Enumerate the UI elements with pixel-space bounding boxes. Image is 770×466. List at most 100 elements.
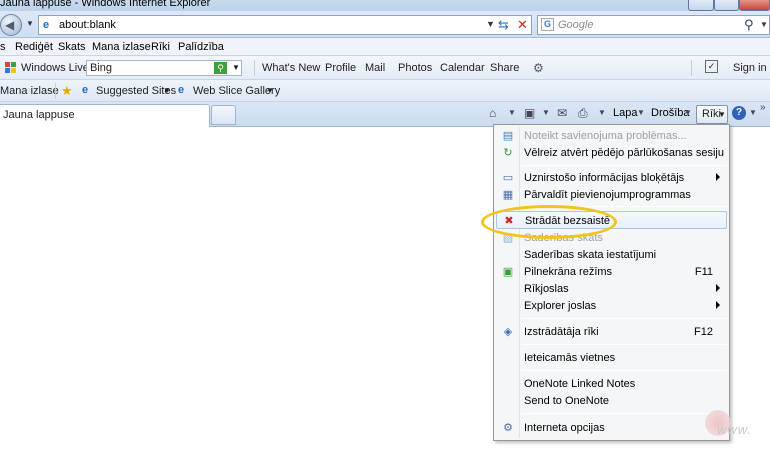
- title-bar: Jauna lappuse - Windows Internet Explore…: [0, 0, 770, 11]
- menu-item-send-to-onenote[interactable]: Send to OneNote: [496, 392, 727, 410]
- address-field[interactable]: e about:blank ▼ ⇆ ✕: [38, 15, 532, 35]
- menu-edit[interactable]: Rediģēt: [15, 41, 53, 53]
- new-tab-button[interactable]: [211, 105, 236, 125]
- shortcut-f11: F11: [694, 266, 713, 278]
- tools-dropdown-icon: ▼: [718, 110, 726, 119]
- menu-help[interactable]: Palīdzība: [178, 41, 224, 53]
- sign-in-link[interactable]: Sign in: [733, 62, 767, 74]
- home-icon[interactable]: ⌂: [489, 106, 496, 120]
- menu-separator: [522, 318, 727, 319]
- submenu-arrow-icon: [716, 301, 720, 309]
- home-dropdown-icon[interactable]: ▼: [508, 108, 516, 117]
- help-dropdown-icon[interactable]: ▼: [749, 108, 757, 117]
- sign-in-icon[interactable]: ✓: [705, 60, 718, 73]
- reopen-session-icon: ↻: [503, 147, 513, 159]
- shortcut-f12: F12: [694, 326, 713, 338]
- internet-options-icon: ⚙: [503, 422, 513, 434]
- link-photos[interactable]: Photos: [398, 62, 432, 74]
- feeds-dropdown-icon[interactable]: ▼: [542, 108, 550, 117]
- back-arrow-icon: ◀: [5, 18, 15, 32]
- search-icon[interactable]: ⚲: [744, 17, 754, 33]
- tools-menu-button[interactable]: Rīki ▼: [696, 105, 728, 124]
- menu-item-compatibility-settings[interactable]: Saderības skata iestatījumi: [496, 246, 727, 264]
- page-dropdown-icon: ▼: [637, 108, 645, 117]
- menu-item-developer-tools[interactable]: ◈ Izstrādātāja rīki F12: [496, 323, 727, 341]
- suggested-sites-dropdown-icon[interactable]: ▼: [163, 86, 171, 95]
- menu-favorites[interactable]: Mana izlase: [92, 41, 151, 53]
- menu-item-popup-blocker[interactable]: ▭ Uznirstošo informācijas bloķētājs: [496, 169, 727, 187]
- minimize-button[interactable]: [688, 0, 714, 11]
- menu-bar: s Rediģēt Skats Mana izlase Rīki Palīdzī…: [0, 38, 770, 56]
- addons-icon: ▦: [502, 189, 514, 201]
- menu-view[interactable]: Skats: [58, 41, 86, 53]
- ie-page-icon: e: [43, 19, 50, 31]
- bing-search-field[interactable]: Bing ⚲ ▼: [86, 60, 242, 76]
- menu-item-manage-addons[interactable]: ▦ Pārvaldīt pievienojumprogrammas: [496, 186, 727, 204]
- watermark-logo: www.: [660, 410, 770, 450]
- search-options-dropdown-icon[interactable]: ▼: [760, 20, 768, 29]
- developer-tools-icon: ◈: [503, 326, 513, 338]
- submenu-arrow-icon: [716, 173, 720, 181]
- menu-item-reopen-session[interactable]: ↻ Vēlreiz atvērt pēdējo pārlūkošanas ses…: [496, 144, 727, 162]
- favorites-bar: Mana izlase ★ e Suggested Sites ▼ e Web …: [0, 80, 770, 102]
- bing-dropdown-icon[interactable]: ▼: [232, 63, 240, 72]
- print-icon[interactable]: ⎙: [578, 106, 588, 121]
- safety-dropdown-icon: ▼: [684, 108, 692, 117]
- link-share[interactable]: Share: [490, 62, 519, 74]
- back-button[interactable]: ◀: [0, 14, 22, 36]
- search-field[interactable]: G Google ⚲ ▼: [537, 15, 770, 35]
- link-whats-new[interactable]: What's New: [262, 62, 320, 74]
- windows-logo-icon: [5, 62, 17, 74]
- windows-live-link[interactable]: Windows Live: [21, 62, 89, 74]
- menu-separator: [522, 370, 727, 371]
- menu-separator: [522, 344, 727, 345]
- address-url: about:blank: [59, 19, 116, 31]
- link-profile[interactable]: Profile: [325, 62, 356, 74]
- web-slice-icon: e: [178, 84, 185, 96]
- menu-separator: [522, 165, 727, 166]
- tab-title: Jauna lappuse: [3, 109, 75, 121]
- menu-tools[interactable]: Rīki: [151, 41, 170, 53]
- refresh-icon[interactable]: ⇆: [498, 17, 509, 33]
- popup-blocker-icon: ▭: [502, 172, 514, 184]
- add-to-favorites-star-icon[interactable]: ★: [61, 83, 73, 99]
- help-icon[interactable]: ?: [732, 106, 746, 120]
- menu-item-toolbars[interactable]: Rīkjoslas: [496, 280, 727, 298]
- link-calendar[interactable]: Calendar: [440, 62, 485, 74]
- menu-file[interactable]: s: [0, 41, 6, 53]
- window-title: Jauna lappuse - Windows Internet Explore…: [0, 0, 211, 9]
- page-menu-button[interactable]: Lapa: [613, 107, 637, 119]
- close-button[interactable]: [739, 0, 770, 11]
- tab-new-page[interactable]: Jauna lappuse: [0, 104, 210, 127]
- highlight-annotation-ring: [481, 205, 617, 239]
- tools-dropdown-menu: ▤ Noteikt savienojuma problēmas... ↻ Vēl…: [493, 124, 730, 441]
- menu-item-fullscreen[interactable]: ▣ Pilnekrāna režīms F11: [496, 263, 727, 281]
- search-placeholder: Google: [558, 19, 594, 31]
- menu-item-explorer-bars[interactable]: Explorer joslas: [496, 297, 727, 315]
- live-tools-icon[interactable]: ⚙: [533, 61, 544, 75]
- menu-item-suggested-sites[interactable]: Ieteicamās vietnes: [496, 349, 727, 367]
- windows-live-toolbar: Windows Live Bing ⚲ ▼ What's New Profile…: [0, 56, 770, 80]
- address-dropdown-icon[interactable]: ▼: [486, 19, 495, 29]
- menu-item-onenote-linked-notes[interactable]: OneNote Linked Notes: [496, 375, 727, 393]
- network-diagnose-icon: ▤: [502, 130, 514, 142]
- favorites-separator: [55, 83, 56, 99]
- stop-icon[interactable]: ✕: [517, 17, 528, 33]
- toolbar-separator: [691, 60, 692, 76]
- recent-pages-dropdown[interactable]: ▼: [26, 19, 34, 28]
- bing-search-value: Bing: [90, 62, 113, 74]
- toolbar-separator: [254, 60, 255, 76]
- maximize-button[interactable]: [714, 0, 739, 11]
- link-mail[interactable]: Mail: [365, 62, 385, 74]
- address-toolbar: ◀ ▼ e about:blank ▼ ⇆ ✕ G Google ⚲ ▼: [0, 11, 770, 38]
- web-slice-dropdown-icon[interactable]: ▼: [266, 86, 274, 95]
- read-mail-icon[interactable]: ✉: [557, 106, 567, 120]
- chevron-more-icon[interactable]: »: [760, 102, 766, 113]
- menu-item-diagnose-connection[interactable]: ▤ Noteikt savienojuma problēmas...: [496, 127, 727, 145]
- bing-go-icon[interactable]: ⚲: [214, 62, 227, 74]
- feeds-icon[interactable]: ▣: [524, 106, 535, 120]
- google-icon: G: [541, 18, 554, 31]
- watermark-text: www.: [716, 422, 752, 437]
- favorites-button[interactable]: Mana izlase: [0, 85, 59, 97]
- print-dropdown-icon[interactable]: ▼: [598, 108, 606, 117]
